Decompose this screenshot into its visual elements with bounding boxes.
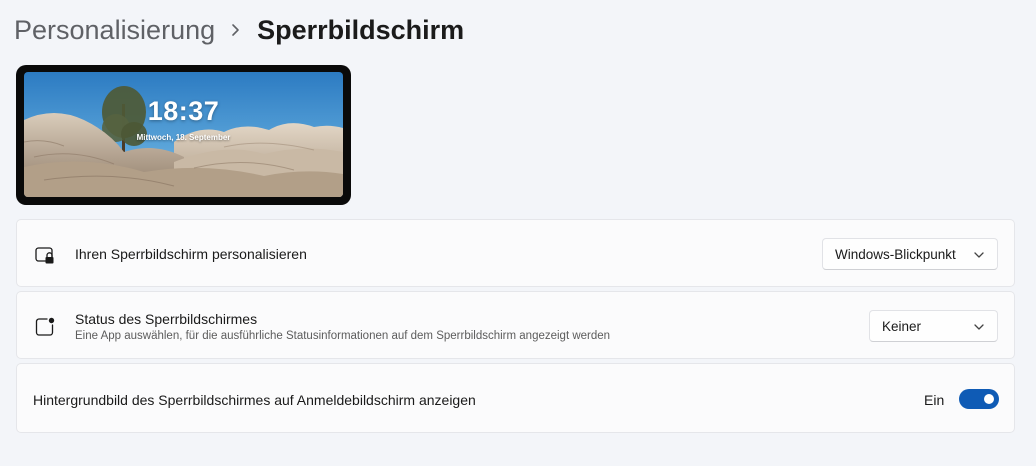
page-title: Sperrbildschirm <box>257 14 465 45</box>
lock-screen-preview: 18:37 Mittwoch, 18. September <box>16 65 351 205</box>
lock-screen-status-description: Eine App auswählen, für die ausführliche… <box>75 330 611 342</box>
lock-screen-personalize-value: Windows-Blickpunkt <box>835 246 956 262</box>
lock-screen-preview-image: 18:37 Mittwoch, 18. September <box>24 72 343 197</box>
breadcrumb-personalisierung-link[interactable]: Personalisierung <box>14 15 215 46</box>
signin-background-toggle[interactable] <box>959 389 999 409</box>
chevron-down-icon <box>973 249 985 261</box>
lock-screen-icon <box>34 245 56 267</box>
lock-screen-time: 18:37 <box>147 96 220 126</box>
lock-screen-status-value: Keiner <box>882 318 922 334</box>
lock-screen-personalize-card: Ihren Sperrbildschirm personalisieren Wi… <box>16 219 1015 287</box>
breadcrumb: Personalisierung Sperrbildschirm <box>14 10 464 50</box>
lock-screen-personalize-dropdown[interactable]: Windows-Blickpunkt <box>822 238 998 270</box>
lock-screen-date: Mittwoch, 18. September <box>136 133 231 142</box>
signin-background-title: Hintergrundbild des Sperrbildschirmes au… <box>33 392 476 408</box>
toggle-state-label: Ein <box>924 392 945 408</box>
app-status-icon <box>34 316 56 338</box>
chevron-right-icon <box>223 10 249 50</box>
lock-screen-status-title: Status des Sperrbildschirmes <box>75 311 258 327</box>
lock-screen-personalize-title: Ihren Sperrbildschirm personalisieren <box>75 246 307 262</box>
lock-screen-status-dropdown[interactable]: Keiner <box>869 310 998 342</box>
signin-background-card: Hintergrundbild des Sperrbildschirmes au… <box>16 363 1015 433</box>
toggle-knob <box>984 394 994 404</box>
chevron-down-icon <box>973 321 985 333</box>
lock-screen-status-card: Status des Sperrbildschirmes Eine App au… <box>16 291 1015 359</box>
